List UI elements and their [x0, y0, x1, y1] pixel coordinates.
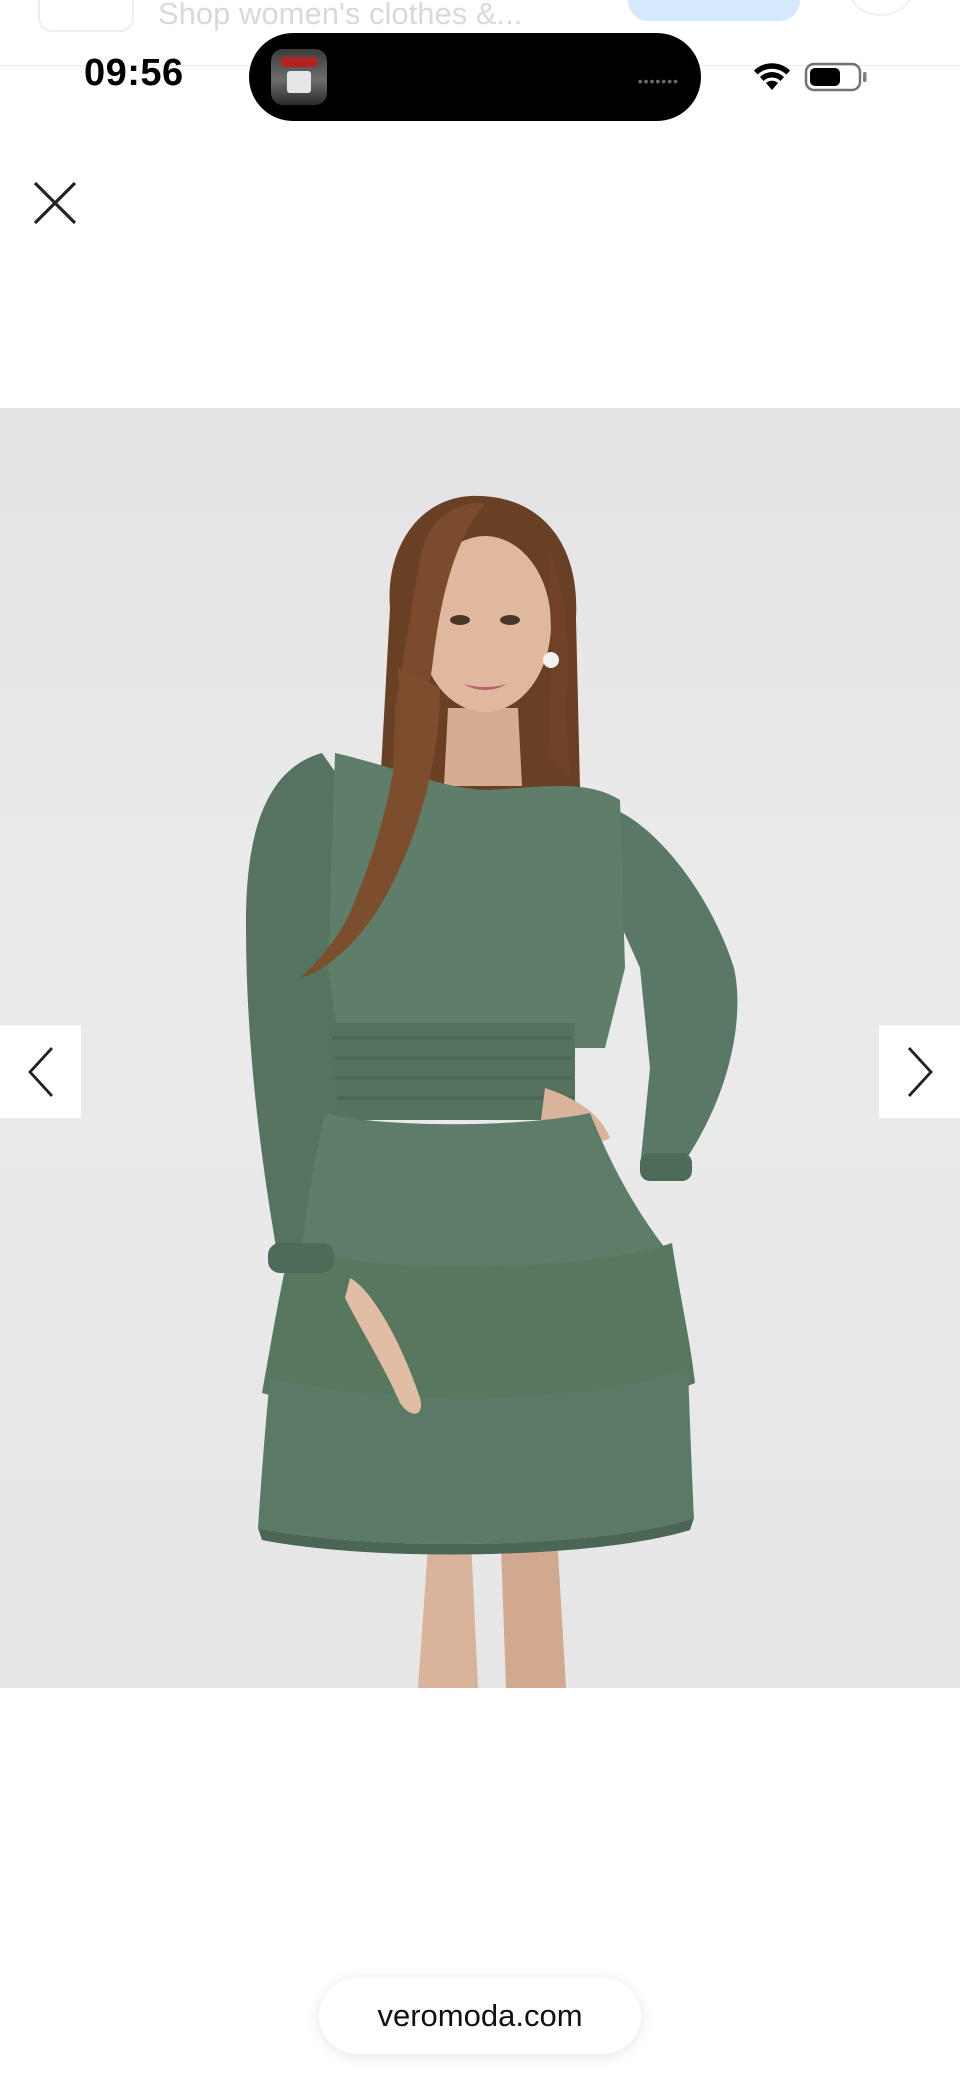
domain-label[interactable]: veromoda.com: [319, 1978, 641, 2054]
battery-icon: [804, 62, 867, 92]
next-image-button[interactable]: [879, 1025, 960, 1118]
status-time: 09:56: [84, 52, 184, 94]
underlying-search-text: Shop women's clothes &...: [158, 0, 523, 31]
now-playing-thumbnail: [271, 49, 327, 105]
model-photo: [245, 495, 738, 1688]
image-viewer-page: Shop women's clothes &... 09:56 •••••••: [0, 0, 960, 2087]
audio-waveform-indicator: •••••••: [637, 73, 679, 89]
chevron-left-icon: [27, 1046, 53, 1097]
previous-image-button[interactable]: [0, 1025, 81, 1118]
dynamic-island[interactable]: •••••••: [249, 33, 701, 121]
close-button[interactable]: [28, 176, 82, 230]
close-icon: [33, 181, 77, 225]
product-image[interactable]: [0, 408, 960, 1688]
underlying-action-button: [628, 0, 800, 21]
underlying-tab-button: [38, 0, 134, 32]
wifi-icon: [754, 63, 790, 90]
underlying-circle-button: [850, 0, 912, 16]
chevron-right-icon: [907, 1046, 933, 1097]
